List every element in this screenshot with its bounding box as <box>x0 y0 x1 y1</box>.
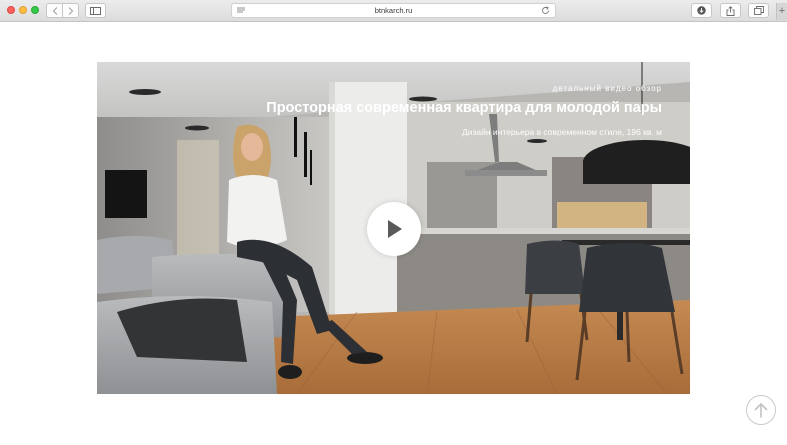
sidebar-icon <box>90 6 101 15</box>
tabs-icon <box>753 6 764 15</box>
history-nav <box>46 3 79 18</box>
close-window-button[interactable] <box>7 6 15 14</box>
play-button[interactable] <box>367 202 421 256</box>
video-caption: детальный видео обзор Просторная совреме… <box>262 84 662 138</box>
minimize-window-button[interactable] <box>19 6 27 14</box>
video-title: Просторная современная квартира для моло… <box>266 100 662 116</box>
address-url: btnkarch.ru <box>374 6 413 15</box>
address-bar[interactable]: btnkarch.ru <box>231 3 556 18</box>
download-icon <box>697 6 706 15</box>
sidebar-button[interactable] <box>85 3 106 18</box>
forward-button[interactable] <box>62 4 78 17</box>
tabs-overview-button[interactable] <box>748 3 769 18</box>
arrow-up-icon <box>754 402 768 418</box>
zoom-window-button[interactable] <box>31 6 39 14</box>
play-icon <box>388 220 402 238</box>
scroll-to-top-button[interactable] <box>746 395 776 425</box>
video-subtitle: Дизайн интерьера в современном стиле, 19… <box>461 127 662 137</box>
video-kicker: детальный видео обзор <box>552 84 662 93</box>
reload-icon[interactable] <box>541 6 550 15</box>
back-button[interactable] <box>47 4 62 17</box>
downloads-button[interactable] <box>691 3 712 18</box>
forward-icon <box>68 6 73 15</box>
back-icon <box>52 6 57 15</box>
share-button[interactable] <box>720 3 741 18</box>
video-player[interactable]: детальный видео обзор Просторная совреме… <box>97 62 690 394</box>
browser-toolbar: btnkarch.ru + <box>0 0 787 22</box>
new-tab-button[interactable]: + <box>776 3 787 20</box>
share-icon <box>726 5 735 16</box>
